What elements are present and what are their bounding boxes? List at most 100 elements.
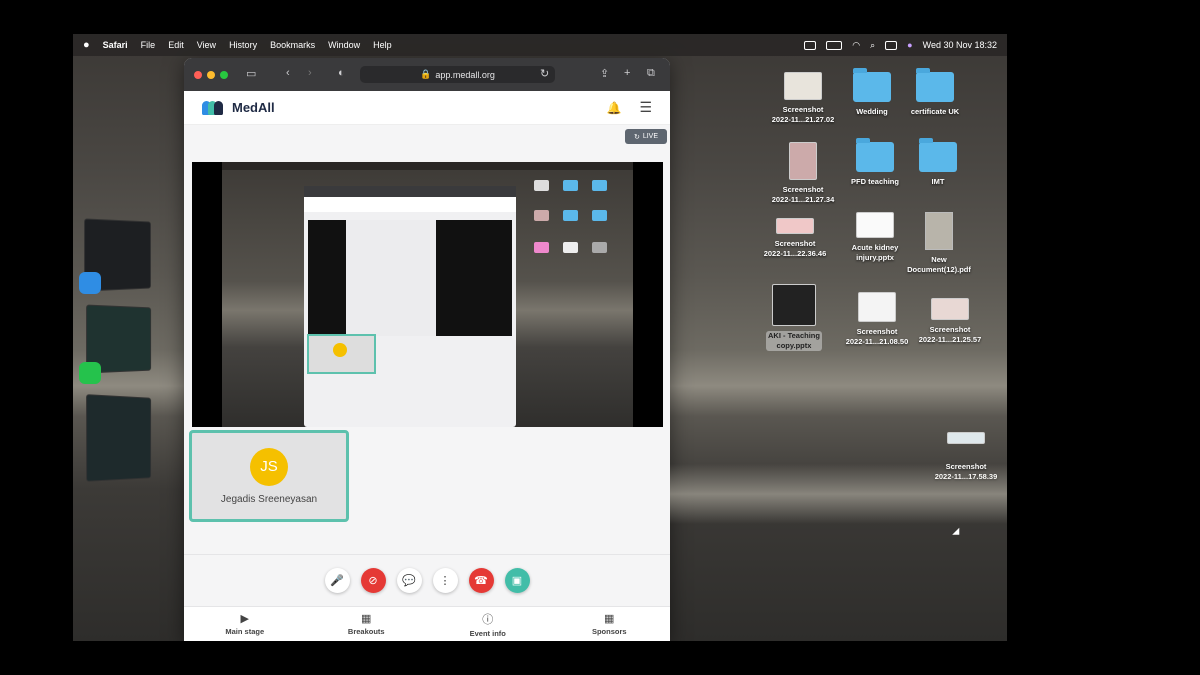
siri-icon[interactable]: ● [907, 40, 912, 50]
reload-icon[interactable]: ↻ [540, 67, 549, 80]
menu-history[interactable]: History [229, 40, 257, 50]
desktop-folder-imt[interactable]: IMT [899, 138, 977, 187]
screen-mirror-icon[interactable] [804, 40, 817, 50]
whatsapp-app-icon[interactable] [79, 362, 101, 384]
medall-logo-icon [202, 100, 224, 115]
back-icon[interactable]: ‹ [286, 67, 290, 79]
file-label: New Document(12).pdf [907, 255, 971, 274]
shared-screen-avatar [333, 343, 347, 357]
desktop-file-screenshot[interactable]: Screenshot 2022-11...21.25.57 [911, 298, 989, 345]
zoom-window-button[interactable] [220, 70, 228, 79]
presentation-thumbnail-icon [856, 212, 894, 238]
apple-menu-icon[interactable]: ● [83, 39, 90, 51]
tab-breakouts[interactable]: ▦ Breakouts [306, 607, 428, 641]
chat-button[interactable]: 💬 [396, 568, 422, 593]
desktop-folder-certificate-uk[interactable]: certificate UK [896, 68, 974, 117]
desktop-file-screenshot[interactable]: Screenshot 2022-11...21.08.50 [838, 292, 916, 347]
file-label: Screenshot 2022-11...17.58.39 [934, 462, 998, 481]
refresh-icon: ↻ [633, 133, 640, 141]
tab-label: Breakouts [347, 627, 385, 636]
file-label: Screenshot 2022-11...21.25.57 [918, 325, 982, 344]
call-controls: 🎤 ⊘ 💬 ⋮ ☎ ▣ [184, 554, 670, 606]
share-icon[interactable]: ⇪ [600, 67, 609, 80]
image-thumbnail-icon [789, 142, 817, 180]
menu-window[interactable]: Window [328, 40, 360, 50]
menu-file[interactable]: File [141, 40, 156, 50]
share-screen-icon: ▣ [511, 575, 523, 587]
wifi-icon[interactable]: ◠ [852, 40, 860, 51]
folder-icon [919, 138, 957, 172]
file-label: AKI - Teaching copy.pptx [766, 331, 822, 351]
presentation-thumbnail-icon [772, 284, 816, 326]
share-button[interactable]: ▣ [504, 568, 530, 593]
shared-thumb-icon [534, 210, 549, 221]
battery-icon[interactable] [826, 40, 843, 50]
mic-button[interactable]: 🎤 [324, 568, 350, 593]
control-center-icon[interactable] [885, 40, 898, 50]
file-label: Screenshot 2022-11...21.08.50 [845, 327, 909, 346]
shared-screen-desktop [222, 162, 633, 427]
bell-icon[interactable]: 🔔 [606, 101, 621, 115]
stage-manager-window-3[interactable] [86, 394, 152, 482]
menu-hamburger-icon[interactable]: ☰ [639, 99, 652, 116]
tab-label: Event info [469, 628, 506, 638]
shared-folder-icon [563, 210, 578, 221]
desktop-file-screenshot[interactable]: Screenshot 2022-11...21.27.34 [764, 142, 842, 205]
minimize-window-button[interactable] [207, 70, 215, 79]
forward-icon[interactable]: › [308, 67, 312, 79]
breakouts-icon: ▦ [361, 613, 372, 625]
lock-icon: 🔒 [420, 69, 432, 79]
menu-bookmarks[interactable]: Bookmarks [270, 40, 315, 50]
menu-app-name[interactable]: Safari [103, 40, 128, 50]
desktop-file-screenshot[interactable]: Screenshot 2022-11...17.58.39 [927, 432, 1005, 482]
tab-event-info[interactable]: ⓘ Event info [427, 607, 549, 641]
file-label: Screenshot 2022-11...22.36.46 [763, 239, 827, 258]
tab-main-stage[interactable]: ▶ Main stage [184, 607, 306, 641]
sidebar-icon[interactable]: ▭ [246, 67, 256, 80]
shared-folder-icon [563, 180, 578, 191]
shared-screen-browser [304, 186, 516, 427]
desktop-file-aki-teaching[interactable]: AKI - Teaching copy.pptx [755, 284, 833, 351]
folder-icon [856, 138, 894, 172]
shared-thumb-icon [534, 242, 549, 253]
file-label: Screenshot 2022-11...21.27.34 [771, 185, 835, 204]
tab-sponsors[interactable]: ▦ Sponsors [549, 607, 671, 641]
live-label: LIVE [642, 133, 659, 140]
mail-app-icon[interactable] [79, 272, 101, 294]
sponsors-icon: ▦ [604, 613, 615, 625]
privacy-shield-icon[interactable]: ◐ [338, 67, 345, 79]
live-badge[interactable]: ↻ LIVE [625, 129, 667, 144]
safari-toolbar: ▭ ‹ › ◐ 🔒 app.medall.org ↻ ⇪ + ⧉ [184, 58, 670, 91]
pdf-document-icon [925, 212, 953, 250]
close-window-button[interactable] [194, 70, 202, 79]
menu-edit[interactable]: Edit [168, 40, 184, 50]
desktop-file-screenshot[interactable]: Screenshot 2022-11...22.36.46 [756, 218, 834, 259]
desktop-file-screenshot[interactable]: Screenshot 2022-11...21.27.02 [764, 72, 842, 125]
avatar: JS [250, 447, 288, 486]
shared-folder-icon [592, 180, 607, 191]
main-stage-icon: ▶ [240, 613, 249, 625]
end-call-button[interactable]: ☎ [468, 568, 494, 593]
address-bar[interactable]: 🔒 app.medall.org [360, 66, 555, 83]
desktop-file-new-document[interactable]: New Document(12).pdf [900, 212, 978, 275]
brand-name: MedAll [232, 100, 275, 115]
file-label: Acute kidney injury.pptx [851, 243, 899, 262]
tab-label: Main stage [225, 627, 265, 636]
tab-label: Sponsors [591, 627, 627, 636]
camera-off-button[interactable]: ⊘ [360, 568, 386, 593]
image-thumbnail-icon [858, 292, 896, 322]
chat-icon: 💬 [402, 575, 416, 587]
image-thumbnail-icon [931, 298, 969, 320]
file-label: Screenshot 2022-11...21.27.02 [771, 105, 835, 124]
bottom-tab-bar: ▶ Main stage ▦ Breakouts ⓘ Event info ▦ … [184, 606, 670, 641]
menu-view[interactable]: View [197, 40, 216, 50]
folder-icon [853, 68, 891, 102]
tabs-overview-icon[interactable]: ⧉ [647, 67, 655, 80]
new-tab-icon[interactable]: + [624, 67, 630, 79]
search-icon[interactable]: ⌕ [870, 40, 875, 51]
more-button[interactable]: ⋮ [432, 568, 458, 593]
participant-tile[interactable]: JS Jegadis Sreeneyasan [189, 430, 349, 522]
more-vertical-icon: ⋮ [439, 575, 451, 587]
menu-clock[interactable]: Wed 30 Nov 18:32 [923, 40, 997, 50]
menu-help[interactable]: Help [373, 40, 392, 50]
